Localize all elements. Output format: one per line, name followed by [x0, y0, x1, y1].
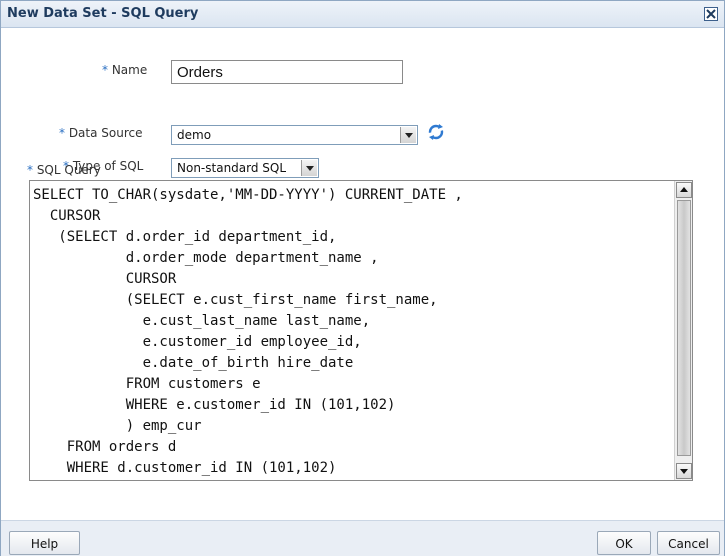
data-source-label: * Data Source: [59, 126, 143, 140]
chevron-down-icon[interactable]: [400, 127, 416, 143]
required-marker: *: [59, 126, 65, 140]
close-icon: [706, 9, 716, 19]
scroll-down-arrow-icon[interactable]: [676, 463, 692, 479]
required-marker: *: [27, 163, 33, 177]
close-button[interactable]: [704, 7, 718, 21]
refresh-icon[interactable]: [427, 123, 445, 141]
vertical-scrollbar[interactable]: [674, 181, 692, 480]
sql-query-label: * SQL Query: [27, 163, 101, 177]
type-of-sql-select[interactable]: Non-standard SQL: [171, 158, 319, 178]
scroll-up-arrow-icon[interactable]: [676, 182, 692, 198]
dialog-title: New Data Set - SQL Query: [7, 6, 199, 21]
ok-button[interactable]: OK: [597, 531, 651, 555]
cancel-button[interactable]: Cancel: [657, 531, 720, 555]
required-marker: *: [102, 63, 108, 77]
name-input[interactable]: [171, 60, 403, 84]
scrollbar-thumb[interactable]: [677, 200, 691, 456]
data-source-select[interactable]: demo: [171, 125, 418, 145]
chevron-down-icon[interactable]: [301, 160, 317, 176]
type-of-sql-value: Non-standard SQL: [177, 161, 287, 175]
sql-query-dialog: New Data Set - SQL Query * Name * Data S…: [0, 0, 725, 556]
dialog-footer: Help OK Cancel: [1, 520, 724, 556]
data-source-value: demo: [177, 128, 212, 142]
help-button[interactable]: Help: [9, 531, 80, 555]
sql-query-text[interactable]: SELECT TO_CHAR(sysdate,'MM-DD-YYYY') CUR…: [33, 185, 463, 479]
dialog-titlebar: New Data Set - SQL Query: [1, 1, 724, 28]
sql-query-textarea[interactable]: SELECT TO_CHAR(sysdate,'MM-DD-YYYY') CUR…: [29, 180, 693, 481]
name-label: * Name: [102, 63, 148, 77]
